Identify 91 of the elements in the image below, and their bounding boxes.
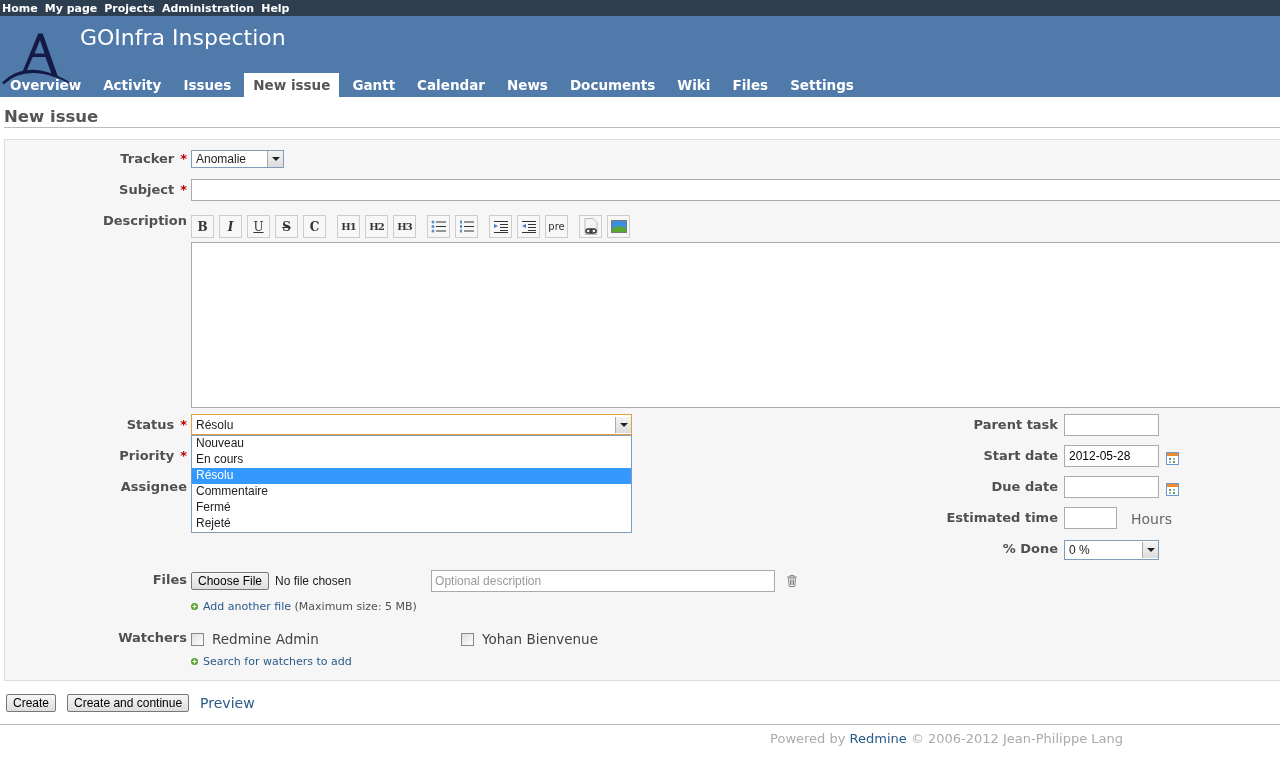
field-label: Due date <box>991 479 1058 494</box>
pre-toolbar-button[interactable]: pre <box>545 215 568 238</box>
add-file-link[interactable]: Add another file <box>203 600 292 613</box>
status-option[interactable]: Rejeté <box>192 516 631 532</box>
project-tab[interactable]: Files <box>723 73 778 97</box>
status-option[interactable]: Nouveau <box>192 436 631 452</box>
status-option[interactable]: Commentaire <box>192 484 631 500</box>
field-label: Start date <box>983 448 1058 463</box>
subject-field[interactable] <box>191 179 1280 201</box>
link-toolbar-button[interactable] <box>579 215 602 238</box>
image-icon <box>610 220 627 233</box>
top-menu-link[interactable]: Projects <box>104 1 155 15</box>
field-label: Estimated time <box>946 510 1058 525</box>
footer-credit: Powered by Redmine © 2006-2012 Jean-Philippe Lang <box>770 731 1123 746</box>
redmine-link[interactable]: Redmine <box>849 731 907 746</box>
outdent-toolbar-button[interactable] <box>517 215 540 238</box>
parent-task-field[interactable] <box>1064 414 1159 436</box>
choose-file-button[interactable]: Choose File <box>191 572 270 590</box>
project-tab[interactable]: New issue <box>244 73 340 97</box>
heading-toolbar-button[interactable]: H3 <box>393 215 416 238</box>
link-icon <box>583 218 598 235</box>
required-mark: * <box>180 151 187 166</box>
project-tab[interactable]: Calendar <box>408 73 494 97</box>
start-date-field[interactable]: 2012-05-28 <box>1064 445 1159 467</box>
strike-toolbar-button[interactable]: S <box>275 215 298 238</box>
numbered-list-toolbar-button[interactable] <box>455 215 478 238</box>
top-menu-link[interactable]: My page <box>44 1 98 15</box>
tracker-select[interactable]: Anomalie <box>191 150 284 168</box>
description-field[interactable] <box>191 242 1280 408</box>
indent-icon <box>493 220 508 233</box>
outdent-icon <box>521 220 536 233</box>
heading-toolbar-button[interactable]: H1 <box>337 215 360 238</box>
project-tab[interactable]: Gantt <box>343 73 405 97</box>
status-select[interactable]: Résolu <box>191 414 632 435</box>
italic-toolbar-button[interactable]: I <box>219 215 242 238</box>
top-menu-link[interactable]: Home <box>2 1 38 15</box>
project-title: GOInfra Inspection <box>80 25 286 50</box>
field-label: Tracker <box>120 151 175 166</box>
field-label: Parent task <box>973 417 1058 432</box>
file-status: No file chosen <box>275 574 352 588</box>
page-title: New issue <box>4 107 99 126</box>
project-tab[interactable]: Settings <box>781 73 863 97</box>
bold-toolbar-button[interactable]: B <box>191 215 214 238</box>
field-label: Assignee <box>120 479 187 494</box>
indent-toolbar-button[interactable] <box>489 215 512 238</box>
field-label: Watchers <box>118 630 187 645</box>
heading-toolbar-button[interactable]: H2 <box>365 215 388 238</box>
calendar-icon <box>1166 451 1179 465</box>
project-tab[interactable]: Documents <box>560 73 665 97</box>
project-tab[interactable]: News <box>497 73 557 97</box>
submit-button[interactable]: Create and continue <box>67 694 190 712</box>
required-mark: * <box>180 182 187 197</box>
project-tab[interactable]: Wiki <box>668 73 720 97</box>
project-tab[interactable]: Activity <box>94 73 171 97</box>
bullet-list-toolbar-button[interactable] <box>427 215 450 238</box>
due-date-field[interactable] <box>1064 476 1159 498</box>
watcher-checkbox[interactable] <box>191 632 204 646</box>
numbered-list-icon <box>459 220 474 233</box>
field-label: Status <box>126 417 175 432</box>
done-ratio-select[interactable]: 0 % <box>1064 540 1159 560</box>
code-toolbar-button[interactable]: C <box>303 215 326 238</box>
underline-toolbar-button[interactable]: U <box>247 215 270 238</box>
image-toolbar-button[interactable] <box>607 215 630 238</box>
field-label: Description <box>102 213 187 228</box>
file-description-field[interactable]: Optional description <box>431 570 776 592</box>
watcher-name: Redmine Admin <box>212 631 319 647</box>
field-label: Files <box>152 572 187 587</box>
preview-link[interactable]: Preview <box>200 695 255 711</box>
required-mark: * <box>180 448 187 463</box>
submit-button[interactable]: Create <box>6 694 57 712</box>
project-tab[interactable]: Issues <box>174 73 241 97</box>
file-hint: Add another file (Maximum size: 5 MB) <box>203 600 417 613</box>
project-tab[interactable]: Overview <box>1 73 91 97</box>
required-mark: * <box>180 417 187 432</box>
watcher-name: Yohan Bienvenue <box>482 631 598 647</box>
status-option[interactable]: Fermé <box>192 500 631 516</box>
calendar-icon <box>1166 482 1179 496</box>
search-watchers-link[interactable]: Search for watchers to add <box>203 655 352 668</box>
top-menu-link[interactable]: Help <box>261 1 290 15</box>
estimated-time-field[interactable] <box>1064 507 1117 529</box>
hours-unit: Hours <box>1131 510 1172 527</box>
bullet-list-icon <box>431 220 446 233</box>
field-label: Subject <box>119 182 175 197</box>
trash-icon[interactable] <box>787 575 798 587</box>
field-label: % Done <box>1002 541 1058 556</box>
field-label: Priority <box>119 448 175 463</box>
plus-icon <box>191 658 198 665</box>
plus-icon <box>191 603 198 610</box>
status-option[interactable]: En cours <box>192 452 631 468</box>
top-menu-link[interactable]: Administration <box>161 1 255 15</box>
watcher-checkbox[interactable] <box>461 632 474 646</box>
